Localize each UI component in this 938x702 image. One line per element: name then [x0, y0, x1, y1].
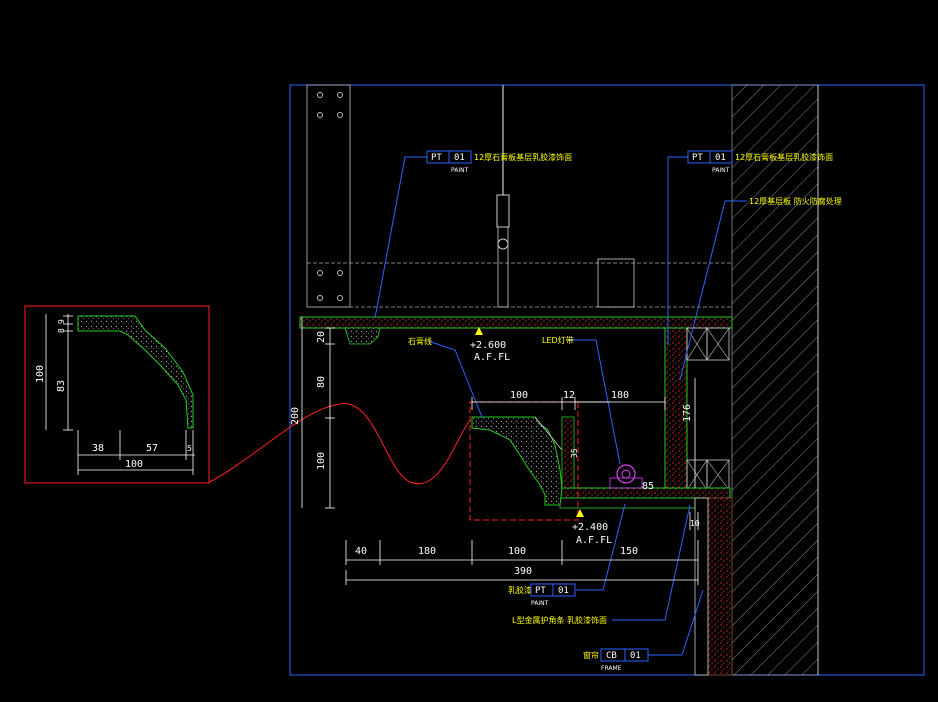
profile-dim-9: 9 — [57, 319, 66, 324]
hanger-nut — [497, 238, 509, 250]
tag-paint: PAINT — [531, 600, 549, 607]
tag-paint: PAINT — [712, 167, 730, 174]
dim-100-bottom: 100 — [508, 546, 526, 557]
tag-paint: PAINT — [451, 167, 469, 174]
profile-dim-8: 8 — [57, 328, 66, 333]
ceiling-note-right: 12厚石膏板基层乳胶漆饰面 — [735, 152, 833, 162]
tag-cb: CB — [606, 651, 617, 661]
level-bottom-sub: A.F.FL — [576, 535, 612, 546]
fireproof-note: 12厚基层板 防火防腐处理 — [749, 196, 842, 206]
tag-01: 01 — [715, 153, 726, 163]
material-tag-cb: CB 01 FRAME — [600, 648, 649, 672]
dim-85: 85 — [642, 481, 654, 492]
dim-176: 176 — [682, 404, 693, 422]
dim-150: 150 — [620, 546, 638, 557]
latex-paint-label: 乳胶漆 — [508, 585, 532, 595]
profile-dim-38: 38 — [92, 443, 104, 454]
crown-molding-section — [471, 416, 563, 506]
window-sill-column — [707, 497, 733, 676]
tag-01: 01 — [558, 586, 569, 596]
dim-390: 390 — [514, 566, 532, 577]
l-profile-note: L型金属护角条 乳胶漆饰面 — [512, 615, 607, 625]
tag-01: 01 — [454, 153, 465, 163]
dim-20: 20 — [316, 331, 327, 343]
profile-dim-5: 5 — [187, 444, 192, 453]
bolt-icon — [317, 112, 323, 118]
gypsum-board-ceiling — [299, 316, 733, 329]
level-top-value: +2.600 — [470, 340, 506, 351]
plaster-molding-top — [344, 327, 381, 345]
dim-40: 40 — [355, 546, 367, 557]
profile-dim-57: 57 — [146, 443, 158, 454]
cad-drawing-canvas: 20 80 200 100 100 12 180 176 85 35 40 18… — [24, 84, 925, 676]
dim-80: 80 — [316, 376, 327, 388]
material-tag-pt-left: PT 01 PAINT — [426, 150, 472, 174]
material-tag-pt-right: PT 01 PAINT — [687, 150, 733, 174]
concrete-wall — [731, 84, 819, 676]
dim-10: 10 — [690, 519, 700, 528]
tag-cb-sub: FRAME — [601, 665, 622, 672]
dim-180-top: 180 — [611, 390, 629, 401]
ceiling-frame-panel — [306, 84, 351, 308]
bolt-icon — [317, 270, 323, 276]
dim-180-bottom: 180 — [418, 546, 436, 557]
level-bottom-value: +2.400 — [572, 522, 608, 533]
bolt-icon — [337, 112, 343, 118]
bolt-icon — [337, 92, 343, 98]
profile-dim-83: 83 — [56, 380, 67, 392]
dim-35: 35 — [570, 448, 579, 458]
bolt-icon — [337, 295, 343, 301]
profile-detail-frame — [24, 305, 210, 484]
led-strip-label: LED灯带 — [542, 335, 574, 345]
dim-100-vertical: 100 — [316, 452, 327, 470]
level-top-sub: A.F.FL — [474, 352, 510, 363]
dim-12: 12 — [563, 390, 575, 401]
plaster-line-label: 石膏线 — [408, 336, 432, 346]
led-strip-icon — [616, 464, 636, 484]
tag-01: 01 — [630, 651, 641, 661]
detail-callout-curve — [207, 403, 471, 485]
dim-200: 200 — [290, 407, 301, 425]
bolt-icon — [317, 295, 323, 301]
drawing-frame — [289, 84, 925, 676]
tag-pt: PT — [535, 586, 546, 596]
curtain-box-label: 窗帘 — [583, 650, 599, 660]
soffit-return — [559, 497, 696, 509]
ceiling-note-left: 12厚石膏板基层乳胶漆饰面 — [474, 152, 572, 162]
level-marker-bottom — [576, 509, 584, 517]
bolt-icon — [317, 92, 323, 98]
profile-dim-100-v: 100 — [35, 365, 46, 383]
dim-100-top: 100 — [510, 390, 528, 401]
led-strip-icon-inner — [621, 469, 631, 479]
profile-dim-100-h: 100 — [125, 459, 143, 470]
tag-pt: PT — [431, 153, 442, 163]
material-tag-pt-bottom: PT 01 PAINT — [530, 583, 576, 607]
tag-pt: PT — [692, 153, 703, 163]
bolt-icon — [337, 270, 343, 276]
hanger-clamp — [496, 194, 510, 228]
main-channel — [597, 258, 635, 308]
